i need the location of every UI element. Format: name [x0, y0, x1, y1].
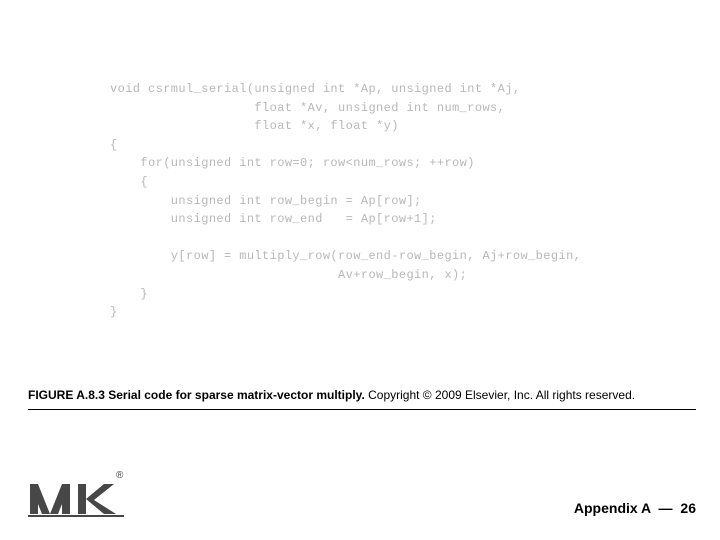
code-line: } [110, 287, 148, 301]
page-footer: Appendix A — 26 [574, 500, 696, 516]
code-line: unsigned int row_end = Ap[row+1]; [110, 212, 437, 226]
code-line: } [110, 305, 118, 319]
figure-label: FIGURE A.8.3 Serial code for sparse matr… [28, 388, 365, 402]
code-line: void csrmul_serial(unsigned int *Ap, uns… [110, 82, 520, 96]
page-number: 26 [680, 500, 696, 516]
code-listing: void csrmul_serial(unsigned int *Ap, uns… [110, 80, 581, 322]
caption-underline [28, 409, 696, 410]
code-line: for(unsigned int row=0; row<num_rows; ++… [110, 156, 475, 170]
footer-dash: — [659, 500, 673, 516]
code-line: unsigned int row_begin = Ap[row]; [110, 194, 422, 208]
registered-mark: ® [116, 470, 124, 481]
figure-caption: FIGURE A.8.3 Serial code for sparse matr… [28, 388, 696, 402]
code-line: Av+row_begin, x); [110, 268, 467, 282]
figure-copyright: Copyright © 2009 Elsevier, Inc. All righ… [365, 388, 635, 402]
code-line: y[row] = multiply_row(row_end-row_begin,… [110, 249, 581, 263]
code-line: float *x, float *y) [110, 119, 399, 133]
code-line: float *Av, unsigned int num_rows, [110, 101, 505, 115]
code-line: { [110, 138, 118, 152]
publisher-logo: ® [28, 464, 124, 520]
code-line: { [110, 175, 148, 189]
appendix-label: Appendix A [574, 500, 651, 516]
